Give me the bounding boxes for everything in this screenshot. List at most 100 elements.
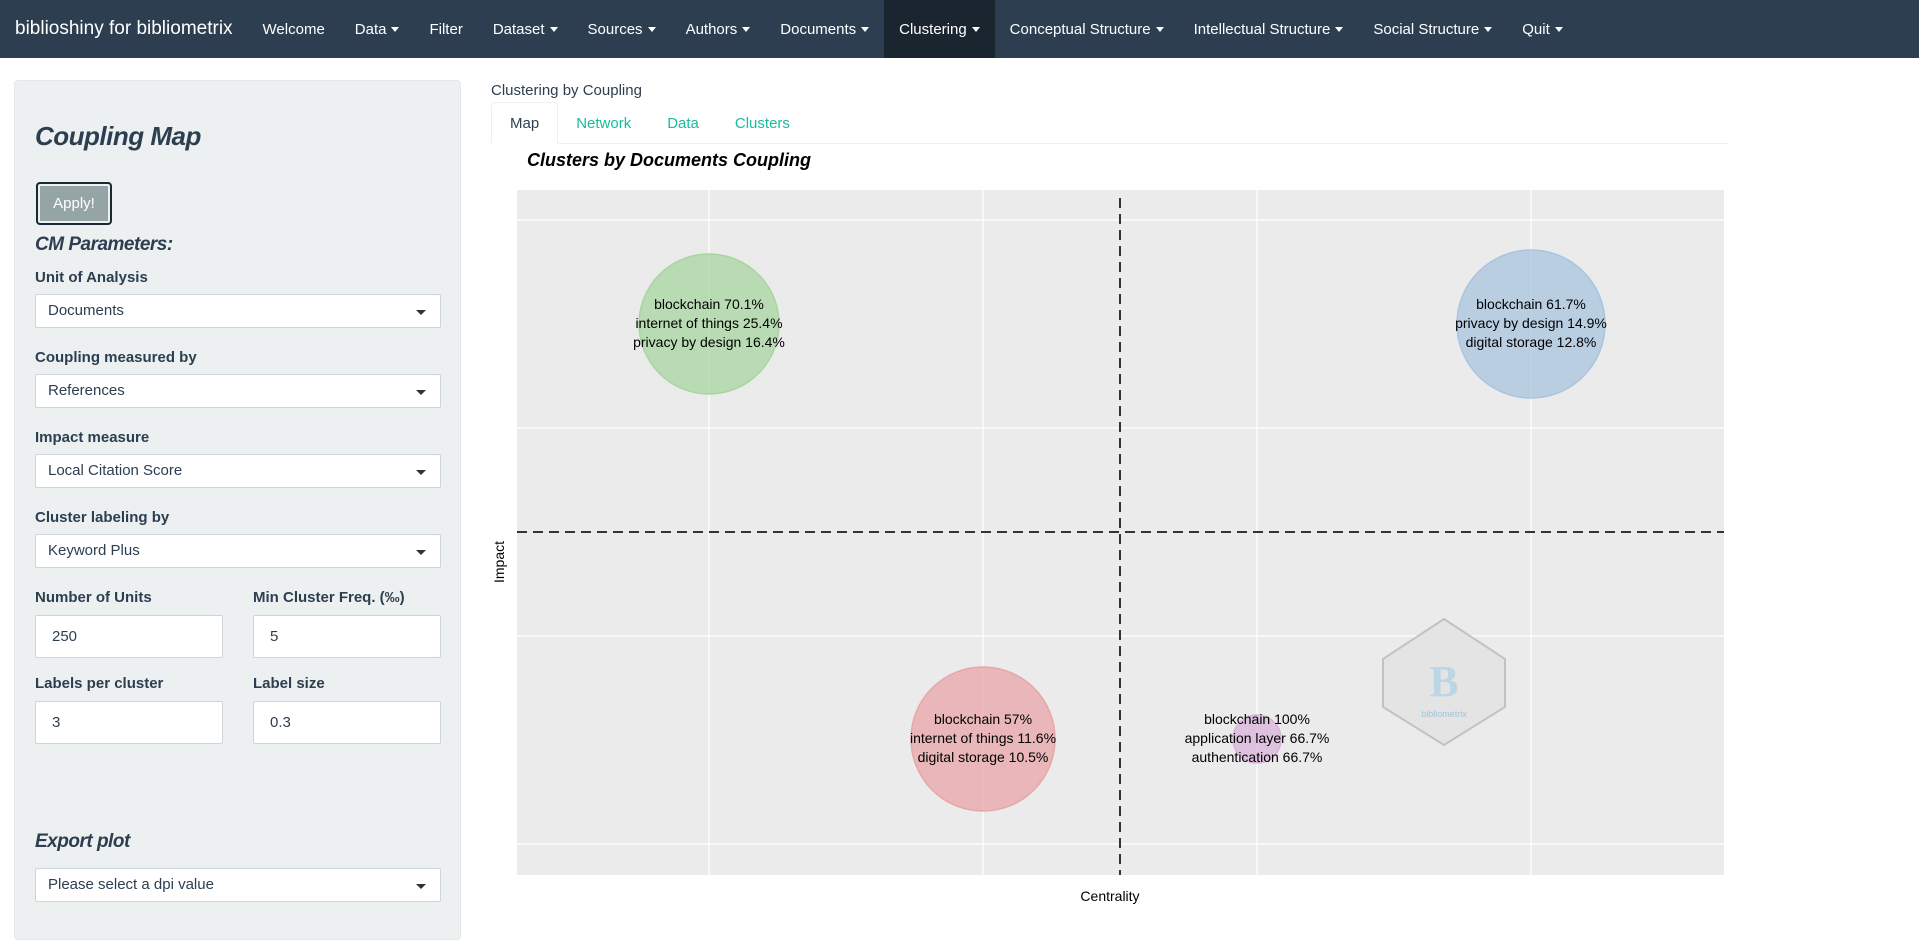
- section-label: Clustering by Coupling: [491, 82, 642, 99]
- caret-down-icon: [861, 26, 870, 32]
- plot-panel: B bibliometrix blockchain 70.1% internet …: [517, 190, 1724, 875]
- cluster-label: digital storage 10.5%: [918, 749, 1049, 765]
- impact-measure-select[interactable]: Local Citation Score: [35, 454, 441, 488]
- caret-down-icon: [391, 26, 400, 32]
- coupling-measured-by-value: References: [48, 382, 125, 399]
- chevron-down-icon: [416, 884, 426, 889]
- nav-item-filter[interactable]: Filter: [414, 0, 477, 58]
- cluster-label: internet of things 25.4%: [635, 315, 782, 331]
- nav-item-quit[interactable]: Quit: [1507, 0, 1578, 58]
- dpi-select[interactable]: Please select a dpi value: [35, 868, 441, 902]
- cluster-3: blockchain 57% internet of things 11.6% di…: [910, 666, 1056, 812]
- nav-item-label: Quit: [1522, 20, 1550, 38]
- cluster-labeling-label: Cluster labeling by: [35, 509, 170, 526]
- cm-parameters-heading: CM Parameters:: [35, 234, 173, 255]
- tab-bar: Map Network Data Clusters: [491, 102, 1729, 144]
- nav-item-label: Authors: [685, 20, 738, 38]
- x-axis-label: Centrality: [1080, 888, 1140, 904]
- caret-down-icon: [1484, 26, 1493, 32]
- nav-item-label: Conceptual Structure: [1009, 20, 1151, 38]
- cluster-label: privacy by design 14.9%: [1455, 315, 1607, 331]
- nav-item-documents[interactable]: Documents: [765, 0, 884, 58]
- labels-per-cluster-input[interactable]: 3: [35, 701, 223, 744]
- nav-item-label: Welcome: [262, 20, 325, 38]
- min-cluster-freq-input[interactable]: 5: [253, 615, 441, 658]
- caret-down-icon: [1335, 26, 1344, 32]
- cluster-label: application layer 66.7%: [1185, 730, 1330, 746]
- chevron-down-icon: [416, 550, 426, 555]
- label-size-label: Label size: [253, 675, 325, 692]
- nav-menu: Welcome Data Filter Dataset Sources Authors Do…: [248, 0, 1578, 58]
- caret-down-icon: [1155, 26, 1164, 32]
- chevron-down-icon: [416, 470, 426, 475]
- caret-down-icon: [647, 26, 656, 32]
- coupling-map-plot: Clusters by Documents Coupling B bibliom…: [490, 146, 1730, 925]
- cluster-2: blockchain 61.7% privacy by design 14.9% d…: [1455, 249, 1607, 399]
- caret-down-icon: [1554, 26, 1563, 32]
- cluster-label: blockchain 70.1%: [654, 296, 764, 312]
- nav-item-intellectual-structure[interactable]: Intellectual Structure: [1179, 0, 1359, 58]
- export-plot-heading: Export plot: [35, 831, 130, 852]
- nav-item-sources[interactable]: Sources: [573, 0, 671, 58]
- cluster-label: privacy by design 16.4%: [633, 334, 785, 350]
- cluster-label: blockchain 57%: [934, 711, 1032, 727]
- caret-down-icon: [971, 26, 980, 32]
- apply-button[interactable]: Apply!: [36, 182, 112, 225]
- nav-item-dataset[interactable]: Dataset: [478, 0, 573, 58]
- cluster-label: digital storage 12.8%: [1466, 334, 1597, 350]
- caret-down-icon: [742, 26, 751, 32]
- plot-svg: B bibliometrix blockchain 70.1% internet …: [517, 190, 1724, 875]
- cluster-label: internet of things 11.6%: [910, 730, 1056, 746]
- labels-per-cluster-label: Labels per cluster: [35, 675, 164, 692]
- nav-item-welcome[interactable]: Welcome: [248, 0, 340, 58]
- dpi-select-placeholder: Please select a dpi value: [48, 876, 214, 893]
- nav-item-label: Clustering: [899, 20, 967, 38]
- cluster-label: authentication 66.7%: [1192, 749, 1323, 765]
- number-of-units-label: Number of Units: [35, 589, 152, 606]
- impact-measure-label: Impact measure: [35, 429, 150, 446]
- unit-of-analysis-value: Documents: [48, 302, 124, 319]
- number-of-units-input[interactable]: 250: [35, 615, 223, 658]
- impact-measure-value: Local Citation Score: [48, 462, 183, 479]
- nav-item-label: Dataset: [492, 20, 545, 38]
- sidebar-panel: Coupling Map Apply! CM Parameters: Unit …: [14, 80, 461, 940]
- top-navbar: biblioshiny for bibliometrix Welcome Data…: [0, 0, 1919, 58]
- app-brand[interactable]: biblioshiny for bibliometrix: [0, 18, 248, 40]
- logo-text: bibliometrix: [1421, 709, 1467, 719]
- nav-item-social-structure[interactable]: Social Structure: [1358, 0, 1507, 58]
- tab-network[interactable]: Network: [558, 102, 649, 144]
- tab-map[interactable]: Map: [491, 102, 559, 144]
- cluster-labeling-select[interactable]: Keyword Plus: [35, 534, 441, 568]
- cluster-label: blockchain 100%: [1204, 711, 1310, 727]
- nav-item-authors[interactable]: Authors: [671, 0, 766, 58]
- cluster-labeling-value: Keyword Plus: [48, 542, 140, 559]
- y-axis-label: Impact: [491, 541, 507, 583]
- caret-down-icon: [549, 26, 558, 32]
- coupling-measured-by-label: Coupling measured by: [35, 349, 197, 366]
- unit-of-analysis-label: Unit of Analysis: [35, 269, 148, 286]
- chevron-down-icon: [416, 390, 426, 395]
- nav-item-label: Filter: [429, 20, 463, 38]
- cluster-label: blockchain 61.7%: [1476, 296, 1586, 312]
- cluster-1: blockchain 70.1% internet of things 25.4%…: [633, 253, 785, 395]
- nav-item-clustering[interactable]: Clustering: [884, 0, 995, 58]
- chart-title: Clusters by Documents Coupling: [527, 150, 812, 170]
- sidebar-title: Coupling Map: [35, 121, 201, 151]
- chevron-down-icon: [416, 310, 426, 315]
- nav-item-data[interactable]: Data: [340, 0, 415, 58]
- tab-data[interactable]: Data: [649, 102, 717, 144]
- svg-text:Impact: Impact: [491, 541, 507, 583]
- label-size-input[interactable]: 0.3: [253, 701, 441, 744]
- nav-item-label: Intellectual Structure: [1193, 20, 1331, 38]
- nav-item-label: Documents: [780, 20, 857, 38]
- min-cluster-freq-label: Min Cluster Freq. (‰): [253, 589, 405, 606]
- unit-of-analysis-select[interactable]: Documents: [35, 294, 441, 328]
- cluster-4: blockchain 100% application layer 66.7% au…: [1185, 711, 1330, 765]
- nav-item-conceptual-structure[interactable]: Conceptual Structure: [995, 0, 1179, 58]
- nav-item-label: Social Structure: [1373, 20, 1480, 38]
- coupling-measured-by-select[interactable]: References: [35, 374, 441, 408]
- nav-item-label: Data: [354, 20, 387, 38]
- nav-item-label: Sources: [587, 20, 643, 38]
- tab-clusters[interactable]: Clusters: [717, 102, 808, 144]
- bibliometrix-logo-watermark: B bibliometrix: [1382, 617, 1506, 747]
